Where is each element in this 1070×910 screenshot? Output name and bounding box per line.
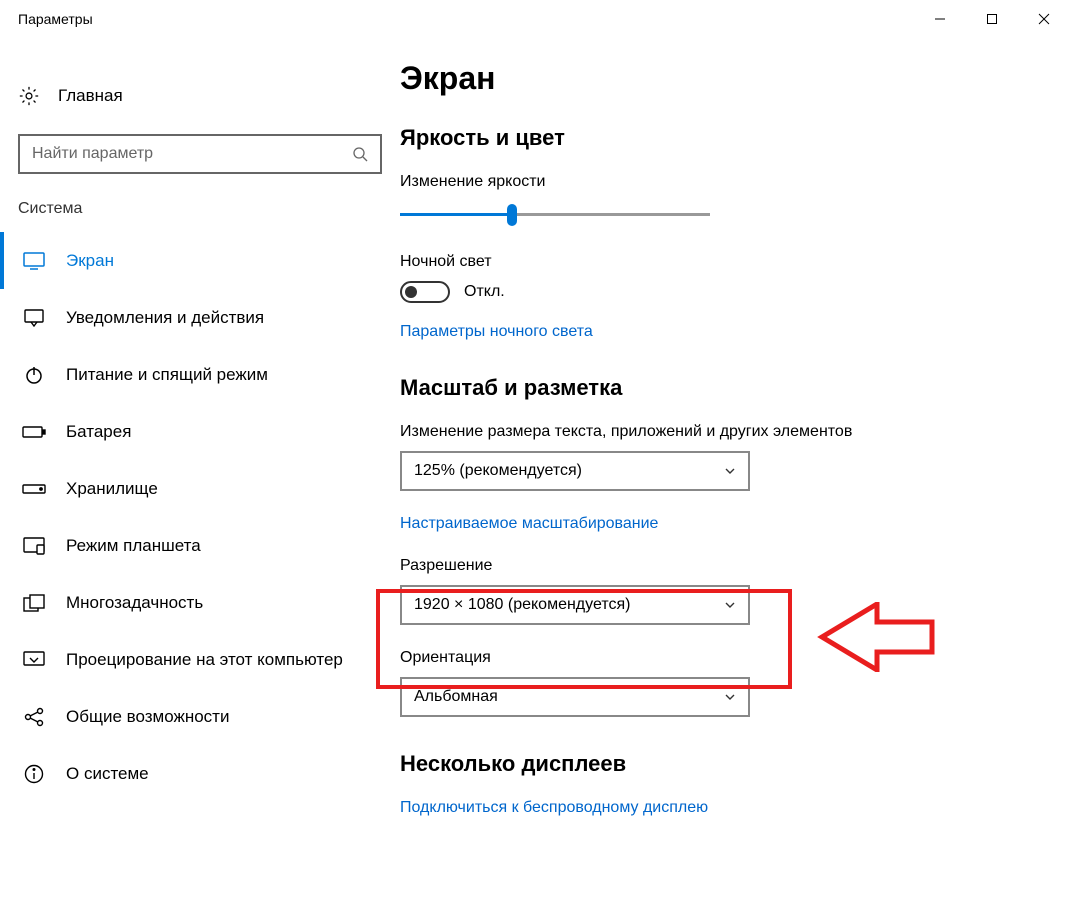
titlebar: Параметры — [0, 0, 1070, 38]
resolution-dropdown[interactable]: 1920 × 1080 (рекомендуется) — [400, 585, 750, 625]
home-label: Главная — [58, 86, 123, 106]
section-scale-heading: Масштаб и разметка — [400, 375, 1050, 401]
search-icon — [352, 146, 368, 162]
sidebar-item-label: Режим планшета — [66, 536, 201, 556]
sidebar-item-display[interactable]: Экран — [0, 232, 400, 289]
sidebar-item-tablet[interactable]: Режим планшета — [0, 517, 400, 574]
wireless-display-link[interactable]: Подключиться к беспроводному дисплею — [400, 799, 708, 817]
nightlight-label: Ночной свет — [400, 253, 1050, 271]
power-icon — [22, 365, 46, 385]
orientation-dropdown[interactable]: Альбомная — [400, 677, 750, 717]
brightness-label: Изменение яркости — [400, 173, 1050, 191]
nightlight-state: Откл. — [464, 283, 505, 301]
resolution-value: 1920 × 1080 (рекомендуется) — [414, 596, 630, 614]
gear-icon — [18, 85, 40, 107]
category-label: Система — [0, 200, 400, 232]
nightlight-toggle[interactable] — [400, 281, 450, 303]
nightlight-settings-link[interactable]: Параметры ночного света — [400, 323, 593, 341]
home-button[interactable]: Главная — [0, 76, 400, 116]
sidebar-item-projecting[interactable]: Проецирование на этот компьютер — [0, 631, 400, 688]
resolution-label: Разрешение — [400, 557, 1050, 575]
window-title: Параметры — [18, 11, 93, 27]
chevron-down-icon — [724, 465, 736, 477]
window-controls — [914, 0, 1070, 38]
multitask-icon — [22, 594, 46, 612]
sidebar-item-shared[interactable]: Общие возможности — [0, 688, 400, 745]
orientation-label: Ориентация — [400, 649, 1050, 667]
sidebar-item-power[interactable]: Питание и спящий режим — [0, 346, 400, 403]
section-brightness-heading: Яркость и цвет — [400, 125, 1050, 151]
custom-scaling-link[interactable]: Настраиваемое масштабирование — [400, 515, 658, 533]
chevron-down-icon — [724, 691, 736, 703]
minimize-button[interactable] — [914, 0, 966, 38]
sidebar-item-label: Питание и спящий режим — [66, 365, 268, 385]
sidebar-item-label: Батарея — [66, 422, 131, 442]
close-icon — [1038, 13, 1050, 25]
storage-icon — [22, 482, 46, 496]
close-button[interactable] — [1018, 0, 1070, 38]
sidebar-item-label: Многозадачность — [66, 593, 203, 613]
notification-icon — [22, 309, 46, 327]
maximize-button[interactable] — [966, 0, 1018, 38]
scale-dropdown[interactable]: 125% (рекомендуется) — [400, 451, 750, 491]
section-multi-heading: Несколько дисплеев — [400, 751, 1050, 777]
sidebar-item-label: Общие возможности — [66, 707, 229, 727]
sidebar-item-label: Хранилище — [66, 479, 158, 499]
battery-icon — [22, 425, 46, 439]
sidebar-item-label: Экран — [66, 251, 114, 271]
monitor-icon — [22, 252, 46, 270]
sidebar-item-label: О системе — [66, 764, 149, 784]
sidebar: Главная Система Экран Уведомления и дейс… — [0, 38, 400, 910]
sidebar-item-notifications[interactable]: Уведомления и действия — [0, 289, 400, 346]
share-icon — [22, 707, 46, 727]
tablet-icon — [22, 537, 46, 555]
sidebar-item-label: Проецирование на этот компьютер — [66, 650, 343, 670]
sidebar-item-label: Уведомления и действия — [66, 308, 264, 328]
chevron-down-icon — [724, 599, 736, 611]
search-input[interactable] — [18, 134, 382, 174]
scale-value: 125% (рекомендуется) — [414, 462, 582, 480]
project-icon — [22, 651, 46, 669]
scale-label: Изменение размера текста, приложений и д… — [400, 423, 1050, 441]
page-title: Экран — [400, 60, 1050, 97]
search-field[interactable] — [32, 145, 352, 163]
brightness-slider[interactable] — [400, 201, 710, 229]
maximize-icon — [986, 13, 998, 25]
sidebar-item-about[interactable]: О системе — [0, 745, 400, 802]
orientation-value: Альбомная — [414, 688, 498, 706]
main-panel: Экран Яркость и цвет Изменение яркости Н… — [400, 38, 1070, 910]
info-icon — [22, 764, 46, 784]
sidebar-item-multitasking[interactable]: Многозадачность — [0, 574, 400, 631]
sidebar-item-battery[interactable]: Батарея — [0, 403, 400, 460]
minimize-icon — [934, 13, 946, 25]
sidebar-item-storage[interactable]: Хранилище — [0, 460, 400, 517]
